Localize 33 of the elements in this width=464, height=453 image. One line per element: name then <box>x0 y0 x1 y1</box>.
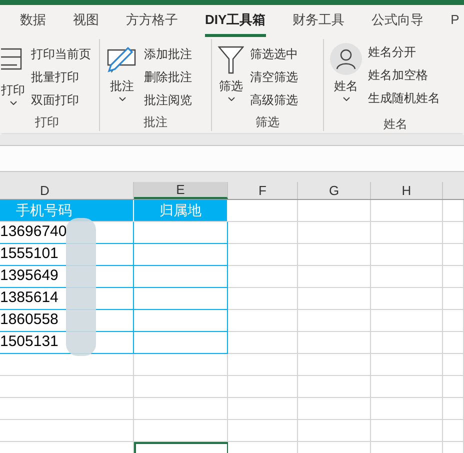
ribbon-tab[interactable]: 数据 <box>20 5 46 37</box>
ribbon-command[interactable]: 筛选选中 <box>250 45 298 64</box>
group-label: 批注 <box>142 114 168 131</box>
ribbon-command[interactable]: 清空筛选 <box>250 68 298 87</box>
ribbon-command[interactable]: 批注阅览 <box>144 91 192 110</box>
ribbon-command[interactable]: 生成随机姓名 <box>368 89 440 108</box>
header-cell: 手机号码 <box>0 200 134 221</box>
column-header[interactable]: H <box>371 182 443 199</box>
ribbon-big-button[interactable]: 筛选 <box>218 43 244 113</box>
column-header[interactable]: F <box>228 182 298 199</box>
column-header[interactable]: G <box>298 182 371 199</box>
ribbon-tab[interactable]: P <box>450 5 460 37</box>
ribbon-tab[interactable]: 财务工具 <box>292 5 345 37</box>
ribbon-command[interactable]: 高级筛选 <box>250 91 298 110</box>
ribbon-command[interactable]: 删除批注 <box>144 68 192 87</box>
group-label: 打印 <box>34 114 60 131</box>
ribbon-tab[interactable]: DIY工具箱 <box>205 5 266 37</box>
ribbon-command[interactable]: 打印当前页 <box>31 45 91 64</box>
ribbon-command[interactable]: 姓名加空格 <box>368 66 440 85</box>
ribbon-tab[interactable]: 方方格子 <box>126 5 178 37</box>
ribbon-command[interactable]: 批量打印 <box>31 68 91 87</box>
ribbon-tab[interactable]: 视图 <box>73 5 99 37</box>
ribbon-command[interactable]: 姓名分开 <box>368 43 440 62</box>
header-cell: 归属地 <box>134 200 228 221</box>
group-label: 姓名 <box>382 116 408 133</box>
ribbon-command[interactable]: 添加批注 <box>144 45 192 64</box>
column-header[interactable]: E <box>134 182 228 199</box>
group-label: 筛选 <box>254 114 280 131</box>
ribbon-big-button[interactable]: 姓名 <box>330 41 362 115</box>
ribbon-big-button[interactable]: 批注 <box>106 43 138 113</box>
ribbon-command[interactable]: 双面打印 <box>31 91 91 110</box>
ribbon-tab[interactable]: 公式向导 <box>372 5 424 37</box>
ribbon-big-button[interactable]: 打印 <box>1 43 25 113</box>
